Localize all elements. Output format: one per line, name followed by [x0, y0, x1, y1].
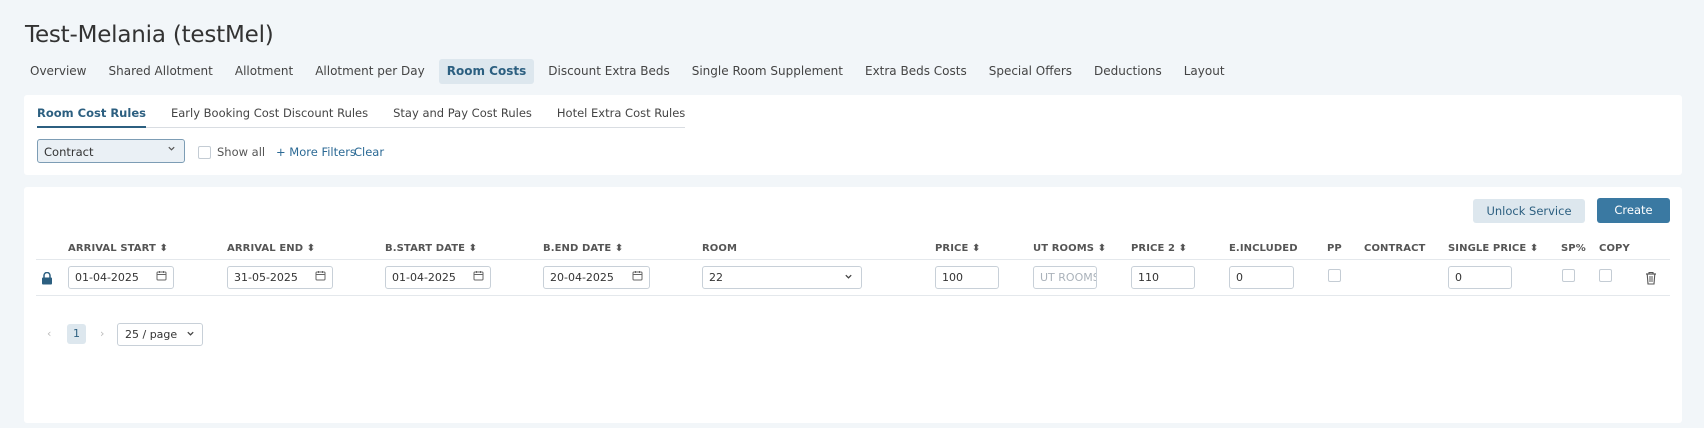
- sort-icon: ⬍: [159, 243, 168, 254]
- th-bend-date[interactable]: B.END DATE ⬍: [543, 243, 623, 254]
- th-sp-percent: SP%: [1561, 243, 1586, 254]
- th-ut-rooms[interactable]: UT ROOMS ⬍: [1033, 243, 1106, 254]
- page-title: Test-Melania (testMel): [25, 22, 274, 48]
- tab-single-room-supplement[interactable]: Single Room Supplement: [684, 59, 851, 84]
- tab-room-costs[interactable]: Room Costs: [438, 59, 535, 84]
- sort-icon: ⬍: [614, 243, 624, 254]
- show-all-checkbox[interactable]: [198, 145, 211, 159]
- th-single-price[interactable]: SINGLE PRICE ⬍: [1448, 243, 1538, 254]
- create-button[interactable]: Create: [1597, 198, 1670, 223]
- sort-icon: ⬍: [1178, 243, 1188, 254]
- sp-percent-checkbox[interactable]: [1562, 269, 1575, 282]
- page-number-button[interactable]: 1: [67, 324, 86, 344]
- prev-page-icon[interactable]: ‹: [47, 327, 51, 340]
- tab-discount-extra-beds[interactable]: Discount Extra Beds: [540, 59, 677, 84]
- row-divider: [36, 295, 1670, 296]
- tab-shared-allotment[interactable]: Shared Allotment: [101, 59, 221, 84]
- per-page-select[interactable]: 25 / page: [117, 323, 203, 346]
- th-arrival-end[interactable]: ARRIVAL END ⬍: [227, 243, 315, 254]
- tab-extra-beds-costs[interactable]: Extra Beds Costs: [857, 59, 975, 84]
- calendar-icon: [632, 270, 643, 284]
- table-card: [24, 187, 1682, 423]
- calendar-icon: [315, 270, 326, 284]
- th-room: ROOM: [702, 243, 738, 254]
- price-2-input[interactable]: 110: [1131, 266, 1195, 289]
- sort-icon: ⬍: [1529, 243, 1539, 254]
- contract-select-value: Contract: [44, 145, 94, 159]
- sort-icon: ⬍: [468, 243, 478, 254]
- show-all-label: Show all: [217, 145, 266, 159]
- tab-allotment-per-day[interactable]: Allotment per Day: [307, 59, 433, 84]
- tab-allotment[interactable]: Allotment: [227, 59, 301, 84]
- th-arrival-start[interactable]: ARRIVAL START ⬍: [68, 243, 168, 254]
- tab-overview[interactable]: Overview: [22, 59, 95, 84]
- clear-link[interactable]: Clear: [354, 145, 384, 159]
- th-price[interactable]: PRICE ⬍: [935, 243, 981, 254]
- arrival-end-input[interactable]: 31-05-2025: [227, 266, 333, 289]
- bend-date-input[interactable]: 20-04-2025: [543, 266, 650, 289]
- chevron-down-icon: [167, 143, 176, 156]
- subtab-hotel-extra-cost[interactable]: Hotel Extra Cost Rules: [557, 106, 685, 128]
- show-all-toggle[interactable]: Show all: [198, 145, 265, 159]
- sub-tabs: Room Cost Rules Early Booking Cost Disco…: [37, 106, 686, 128]
- th-price-2[interactable]: PRICE 2 ⬍: [1131, 243, 1187, 254]
- single-price-input[interactable]: 0: [1448, 266, 1512, 289]
- th-bstart-date[interactable]: B.START DATE ⬍: [385, 243, 477, 254]
- sort-icon: ⬍: [306, 243, 316, 254]
- lock-icon[interactable]: [41, 270, 53, 289]
- room-select[interactable]: 22: [702, 266, 862, 289]
- sort-icon: ⬍: [1097, 243, 1107, 254]
- main-tabs: Overview Shared Allotment Allotment Allo…: [22, 59, 1239, 84]
- chevron-down-icon: [844, 271, 853, 284]
- subtab-early-booking[interactable]: Early Booking Cost Discount Rules: [171, 106, 368, 128]
- arrival-start-input[interactable]: 01-04-2025: [68, 266, 174, 289]
- tab-layout[interactable]: Layout: [1176, 59, 1233, 84]
- subtab-room-cost-rules[interactable]: Room Cost Rules: [37, 106, 146, 128]
- calendar-icon: [156, 270, 167, 284]
- unlock-service-button[interactable]: Unlock Service: [1473, 199, 1585, 223]
- subtab-stay-and-pay[interactable]: Stay and Pay Cost Rules: [393, 106, 532, 128]
- contract-select[interactable]: Contract: [37, 139, 185, 163]
- chevron-down-icon: [186, 328, 195, 341]
- tab-deductions[interactable]: Deductions: [1086, 59, 1170, 84]
- ut-rooms-input[interactable]: UT ROOMS: [1033, 266, 1097, 289]
- th-contract: CONTRACT: [1364, 243, 1426, 254]
- trash-icon[interactable]: [1645, 270, 1657, 289]
- tab-special-offers[interactable]: Special Offers: [981, 59, 1080, 84]
- th-pp: PP: [1327, 243, 1342, 254]
- th-e-included: E.INCLUDED: [1229, 243, 1298, 254]
- bstart-date-input[interactable]: 01-04-2025: [385, 266, 491, 289]
- pp-checkbox[interactable]: [1328, 269, 1341, 282]
- sort-icon: ⬍: [972, 243, 981, 254]
- price-input[interactable]: 100: [935, 266, 999, 289]
- copy-checkbox[interactable]: [1599, 269, 1612, 282]
- calendar-icon: [473, 270, 484, 284]
- next-page-icon[interactable]: ›: [100, 327, 104, 340]
- more-filters-link[interactable]: + More Filters: [276, 145, 356, 159]
- e-included-input[interactable]: 0: [1229, 266, 1294, 289]
- th-copy: COPY: [1599, 243, 1630, 254]
